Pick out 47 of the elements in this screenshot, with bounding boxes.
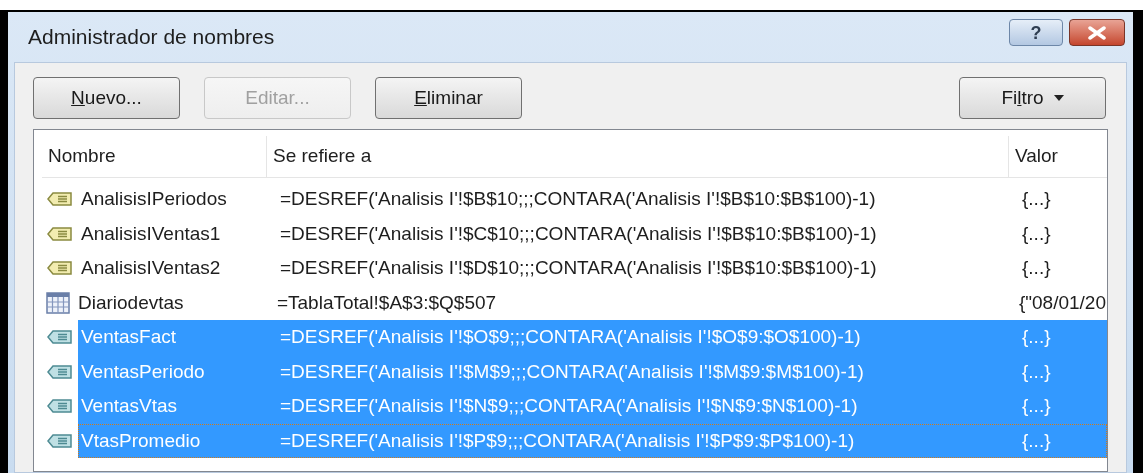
reference-cell-text: =DESREF('Analisis I'!$M$9;;;CONTARA('Analisis I'!$M$9:$M$100)-1) xyxy=(279,359,865,384)
reference-cell-text: =DESREF('Analisis I'!$O$9;;;CONTARA('Analisis I'!$O$9:$O$100)-1) xyxy=(279,325,862,349)
name-row[interactable]: Diariodevtas =TablaTotal!$A$3:$Q$507 {"08/01/20 xyxy=(74,285,1107,320)
name-cell-text: AnalisisIVentas1 xyxy=(80,221,222,246)
name-cell-text: VtasPromedio xyxy=(80,428,202,453)
value-cell-text: {...} xyxy=(1021,221,1052,246)
named-range-icon xyxy=(47,328,73,347)
toolbar-button[interactable]: Eliminar xyxy=(375,77,522,119)
name-cell-text: AnalisisIVentas2 xyxy=(80,256,222,280)
filter-button[interactable]: Filtro xyxy=(959,77,1106,119)
value-cell-text: {"08/01/20 xyxy=(1017,290,1106,315)
close-button[interactable] xyxy=(1069,19,1125,46)
column-header[interactable]: Nombre xyxy=(42,136,267,177)
close-icon xyxy=(1087,25,1107,40)
column-header[interactable]: Valor xyxy=(1009,136,1107,177)
reference-cell-text: =DESREF('Analisis I'!$C$10;;;CONTARA('Analisis I'!$B$10:$B$100)-1) xyxy=(279,221,878,246)
reference-cell-text: =DESREF('Analisis I'!$D$10;;;CONTARA('Analisis I'!$B$10:$B$100)-1) xyxy=(279,256,878,280)
name-row[interactable]: AnalisisIVentas1 =DESREF('Analisis I'!$C$10;;;CONTARA('Analisis I'!$B$10:$B$100)-1) {...} xyxy=(78,216,1107,251)
name-cell-text: Diariodevtas xyxy=(76,290,185,315)
toolbar-button[interactable]: Nuevo... xyxy=(33,77,180,119)
name-cell-text: VentasPeriodo xyxy=(80,359,206,384)
name-cell-text: AnalisisIPeriodos xyxy=(80,187,228,211)
window-title: Administrador de nombres xyxy=(28,24,275,51)
name-row[interactable]: AnalisisIVentas2 =DESREF('Analisis I'!$D$10;;;CONTARA('Analisis I'!$B$10:$B$100)-1) {...} xyxy=(78,251,1107,286)
named-range-icon xyxy=(47,259,73,278)
name-cell-text: VentasVtas xyxy=(80,394,179,418)
value-cell-text: {...} xyxy=(1021,394,1052,418)
reference-cell-text: =DESREF('Analisis I'!$P$9;;;CONTARA('Analisis I'!$P$9:$P$100)-1) xyxy=(279,428,856,453)
value-cell-text: {...} xyxy=(1021,359,1052,384)
name-cell-text: VentasFact xyxy=(80,325,178,349)
column-header[interactable]: Se refiere a xyxy=(267,136,1009,177)
named-range-icon xyxy=(47,190,73,209)
value-cell-text: {...} xyxy=(1021,187,1052,211)
named-range-icon xyxy=(47,431,73,450)
reference-cell-text: =DESREF('Analisis I'!$B$10;;;CONTARA('Analisis I'!$B$10:$B$100)-1) xyxy=(279,187,877,211)
name-row[interactable]: AnalisisIPeriodos =DESREF('Analisis I'!$B$10;;;CONTARA('Analisis I'!$B$10:$B$100)-1) {...} xyxy=(78,182,1107,217)
reference-cell-text: =DESREF('Analisis I'!$N$9;;;CONTARA('Analisis I'!$N$9:$N$100)-1) xyxy=(279,394,859,418)
value-cell-text: {...} xyxy=(1021,428,1052,453)
named-range-icon xyxy=(47,362,73,381)
caret-icon xyxy=(1053,95,1064,101)
reference-cell-text: =TablaTotal!$A$3:$Q$507 xyxy=(275,290,498,315)
named-range-icon xyxy=(47,224,73,243)
named-range-icon xyxy=(47,397,73,416)
value-cell-text: {...} xyxy=(1021,325,1052,349)
table-icon xyxy=(46,291,71,314)
help-button[interactable]: ? xyxy=(1009,19,1063,46)
value-cell-text: {...} xyxy=(1021,256,1052,280)
